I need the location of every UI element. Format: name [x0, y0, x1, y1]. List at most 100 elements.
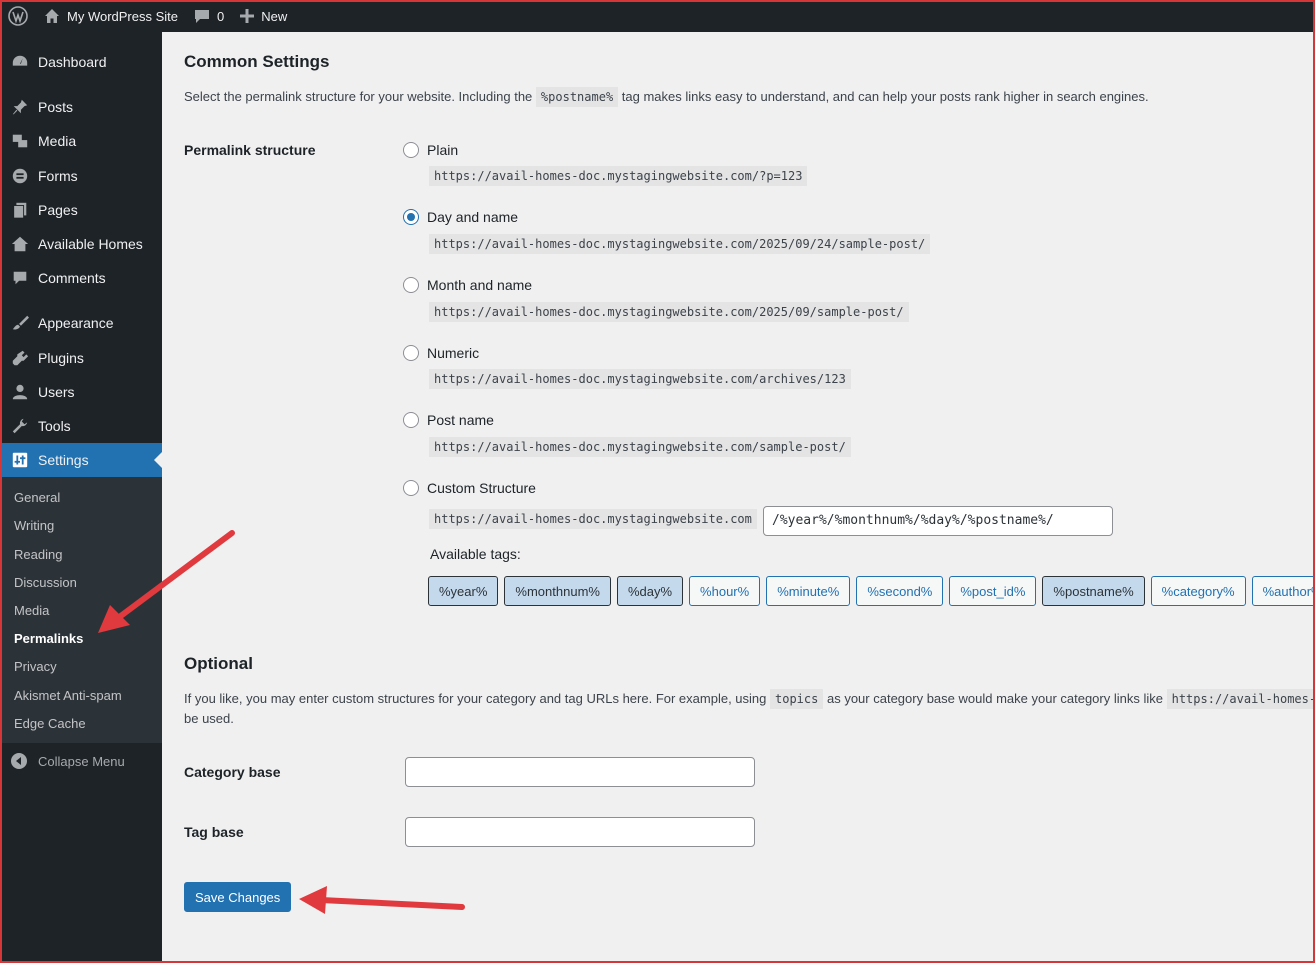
- menu-label: Media: [38, 133, 77, 149]
- comment-bubble-icon: [195, 10, 210, 23]
- tag-button[interactable]: %minute%: [766, 576, 851, 606]
- desc-text: as your category base would make your ca…: [826, 691, 1163, 706]
- menu-users[interactable]: Users: [0, 375, 162, 409]
- admin-sidebar: Dashboard Posts Media Forms Pages Availa…: [0, 32, 162, 963]
- tag-button[interactable]: %post_id%: [949, 576, 1037, 606]
- tag-button[interactable]: %author%: [1251, 576, 1315, 606]
- option-label: Numeric: [427, 345, 480, 361]
- radio-day-and-name[interactable]: [403, 209, 419, 225]
- common-settings-heading: Common Settings: [184, 52, 330, 71]
- new-label: New: [261, 8, 288, 24]
- admin-bar: My WordPress Site 0 New: [0, 0, 1315, 32]
- tag-button[interactable]: %hour%: [689, 576, 761, 606]
- menu-label: Tools: [38, 418, 71, 434]
- option-day-and-name[interactable]: Day and name: [403, 209, 518, 225]
- option-label: Month and name: [427, 277, 533, 293]
- optional-description: If you like, you may enter custom struct…: [184, 689, 1315, 709]
- menu-appearance[interactable]: Appearance: [0, 306, 162, 340]
- common-settings-description: Select the permalink structure for your …: [184, 87, 1149, 107]
- comments-link[interactable]: 0: [186, 0, 232, 32]
- settings-submenu: General Writing Reading Discussion Media…: [0, 477, 162, 743]
- menu-label: Available Homes: [38, 236, 143, 252]
- custom-structure-input[interactable]: /%year%/%monthnum%/%day%/%postname%/: [763, 506, 1113, 536]
- menu-dashboard[interactable]: Dashboard: [0, 45, 162, 79]
- collapse-menu-button[interactable]: Collapse Menu: [0, 748, 162, 774]
- menu-label: Settings: [38, 452, 89, 468]
- menu-comments[interactable]: Comments: [0, 261, 162, 295]
- submenu-writing[interactable]: Writing: [14, 518, 54, 533]
- submenu-general[interactable]: General: [14, 490, 60, 505]
- radio-post-name[interactable]: [403, 412, 419, 428]
- dashboard-icon: [0, 53, 38, 71]
- submenu-media[interactable]: Media: [14, 603, 49, 618]
- tag-base-input[interactable]: [405, 817, 755, 847]
- option-label: Post name: [427, 412, 494, 428]
- menu-tools[interactable]: Tools: [0, 409, 162, 443]
- homes-icon: [0, 235, 38, 253]
- tag-button[interactable]: %monthnum%: [504, 576, 611, 606]
- tag-button[interactable]: %second%: [856, 576, 944, 606]
- submenu-edge-cache[interactable]: Edge Cache: [14, 716, 86, 731]
- radio-plain[interactable]: [403, 142, 419, 158]
- menu-available-homes[interactable]: Available Homes: [0, 227, 162, 261]
- menu-label: Appearance: [38, 315, 114, 331]
- option-url: https://avail-homes-doc.mystagingwebsite…: [429, 166, 808, 186]
- menu-label: Forms: [38, 168, 78, 184]
- pin-icon: [0, 98, 38, 116]
- new-content-link[interactable]: New: [232, 0, 295, 32]
- menu-label: Comments: [38, 270, 106, 286]
- save-changes-button[interactable]: Save Changes: [184, 882, 292, 912]
- wrench-icon: [0, 417, 38, 435]
- option-url: https://avail-homes-doc.mystagingwebsite…: [429, 437, 851, 457]
- plug-icon: [0, 349, 38, 367]
- submenu-privacy[interactable]: Privacy: [14, 659, 57, 674]
- comments-count: 0: [217, 8, 225, 24]
- menu-media[interactable]: Media: [0, 124, 162, 158]
- radio-numeric[interactable]: [403, 345, 419, 361]
- option-label: Plain: [427, 142, 459, 158]
- pages-icon: [0, 201, 38, 219]
- custom-base-url: https://avail-homes-doc.mystagingwebsite…: [429, 509, 757, 529]
- tag-button[interactable]: %postname%: [1042, 576, 1145, 606]
- wordpress-logo-icon[interactable]: [0, 0, 36, 32]
- menu-label: Dashboard: [38, 54, 107, 70]
- desc-code: https://avail-homes-doc.mystagingwebsite…: [1166, 689, 1315, 709]
- radio-custom-structure[interactable]: [403, 480, 419, 496]
- submenu-permalinks[interactable]: Permalinks: [14, 631, 83, 646]
- menu-posts[interactable]: Posts: [0, 90, 162, 124]
- option-post-name[interactable]: Post name: [403, 412, 494, 428]
- menu-forms[interactable]: Forms: [0, 159, 162, 193]
- menu-settings[interactable]: Settings: [0, 443, 162, 477]
- submenu-reading[interactable]: Reading: [14, 547, 62, 562]
- site-name-link[interactable]: My WordPress Site: [36, 0, 186, 32]
- option-numeric[interactable]: Numeric: [403, 345, 479, 361]
- desc-text: Select the permalink structure for your …: [184, 89, 533, 104]
- menu-pages[interactable]: Pages: [0, 193, 162, 227]
- user-icon: [0, 383, 38, 401]
- category-base-input[interactable]: [405, 757, 755, 787]
- option-url: https://avail-homes-doc.mystagingwebsite…: [429, 302, 909, 322]
- submenu-discussion[interactable]: Discussion: [14, 575, 77, 590]
- option-month-and-name[interactable]: Month and name: [403, 277, 532, 293]
- collapse-label: Collapse Menu: [38, 753, 125, 769]
- submenu-akismet[interactable]: Akismet Anti-spam: [14, 688, 122, 703]
- collapse-arrow-icon: [0, 753, 38, 769]
- permalink-structure-label: Permalink structure: [184, 142, 316, 158]
- menu-label: Posts: [38, 99, 74, 115]
- tag-button[interactable]: %category%: [1150, 576, 1246, 606]
- plus-icon: [240, 9, 255, 23]
- available-tags-label: Available tags:: [430, 546, 521, 562]
- radio-month-and-name[interactable]: [403, 277, 419, 293]
- optional-heading: Optional: [184, 654, 253, 673]
- option-plain[interactable]: Plain: [403, 142, 458, 158]
- tag-button[interactable]: %day%: [616, 576, 684, 606]
- site-name: My WordPress Site: [67, 8, 179, 24]
- menu-plugins[interactable]: Plugins: [0, 341, 162, 375]
- option-label: Custom Structure: [427, 480, 536, 496]
- desc-text: tag makes links easy to understand, and …: [621, 89, 1149, 104]
- tag-button[interactable]: %year%: [428, 576, 499, 606]
- media-icon: [0, 132, 38, 150]
- menu-label: Pages: [38, 202, 78, 218]
- brush-icon: [0, 314, 38, 332]
- option-custom-structure[interactable]: Custom Structure: [403, 480, 536, 496]
